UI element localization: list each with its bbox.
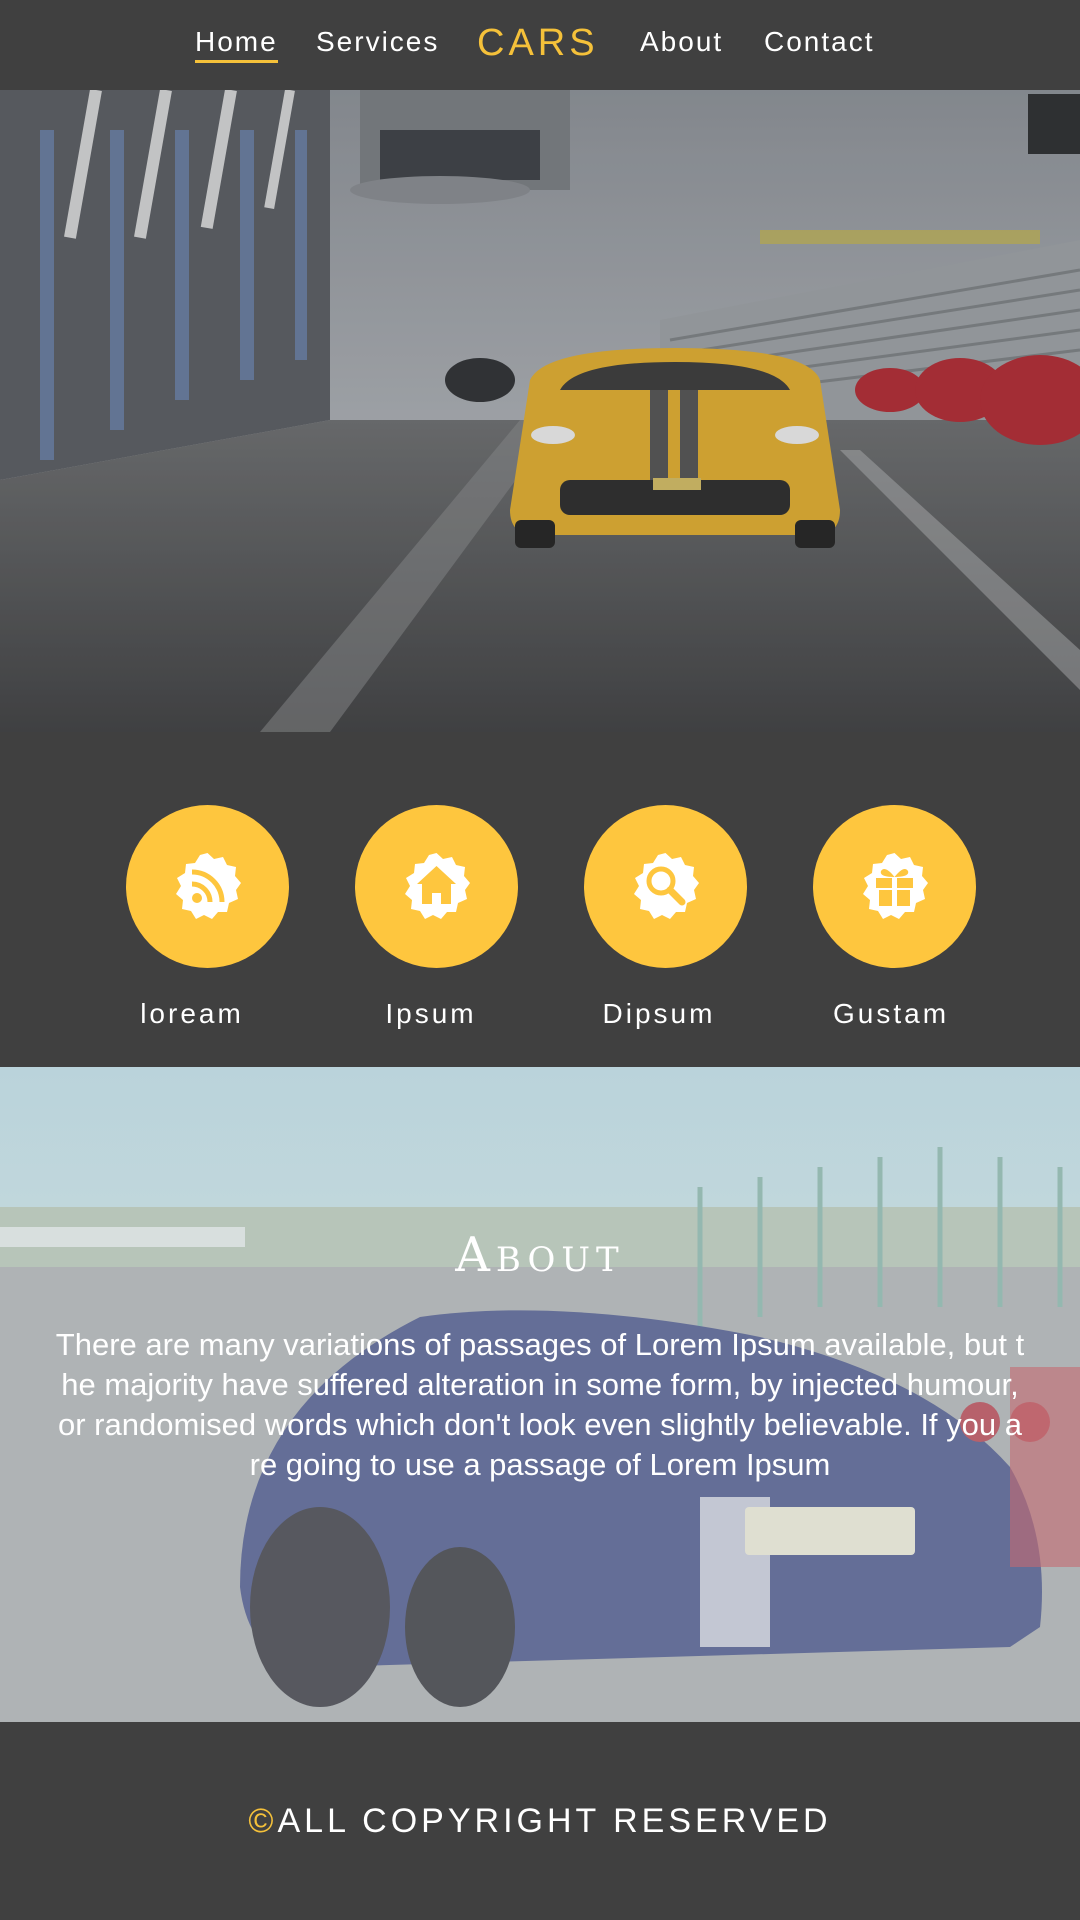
search-icon [633, 853, 699, 919]
feature-item-gustam: Gustam [794, 805, 994, 1030]
top-navigation: Home Services CARS About Contact [0, 0, 1080, 90]
hero-image [0, 90, 1080, 732]
feature-circle[interactable] [583, 805, 747, 968]
feature-circle[interactable] [812, 805, 976, 968]
copyright-label: ALL COPYRIGHT RESERVED [277, 1802, 832, 1840]
copyright-symbol: © [248, 1802, 278, 1840]
about-title: About [455, 1227, 625, 1283]
site-logo[interactable]: CARS [477, 22, 599, 65]
about-text: There are many variations of passages of… [55, 1327, 1025, 1482]
rss-icon [175, 853, 241, 919]
nav-about-link[interactable]: About [640, 26, 723, 58]
features-section: loream Ipsum Dipsum Gustam [0, 732, 1080, 1067]
feature-circle[interactable] [125, 805, 289, 968]
feature-circle[interactable] [354, 805, 518, 968]
gift-icon [862, 853, 928, 919]
feature-item-ipsum: Ipsum [336, 805, 536, 1030]
about-section: About There are many variations of passa… [0, 1067, 1080, 1722]
feature-label: Ipsum [385, 998, 477, 1029]
feature-label: Dipsum [602, 998, 716, 1029]
footer: ©ALL COPYRIGHT RESERVED [0, 1722, 1080, 1920]
feature-item-dipsum: Dipsum [565, 805, 765, 1030]
nav-home-link[interactable]: Home [195, 26, 278, 63]
home-icon [404, 853, 470, 919]
feature-label: Gustam [832, 998, 950, 1029]
nav-contact-link[interactable]: Contact [764, 26, 875, 58]
copyright-text: ©ALL COPYRIGHT RESERVED [0, 1802, 1080, 1841]
feature-item-loream: loream [107, 805, 307, 1030]
nav-services-link[interactable]: Services [316, 26, 439, 58]
feature-label: loream [140, 998, 244, 1029]
